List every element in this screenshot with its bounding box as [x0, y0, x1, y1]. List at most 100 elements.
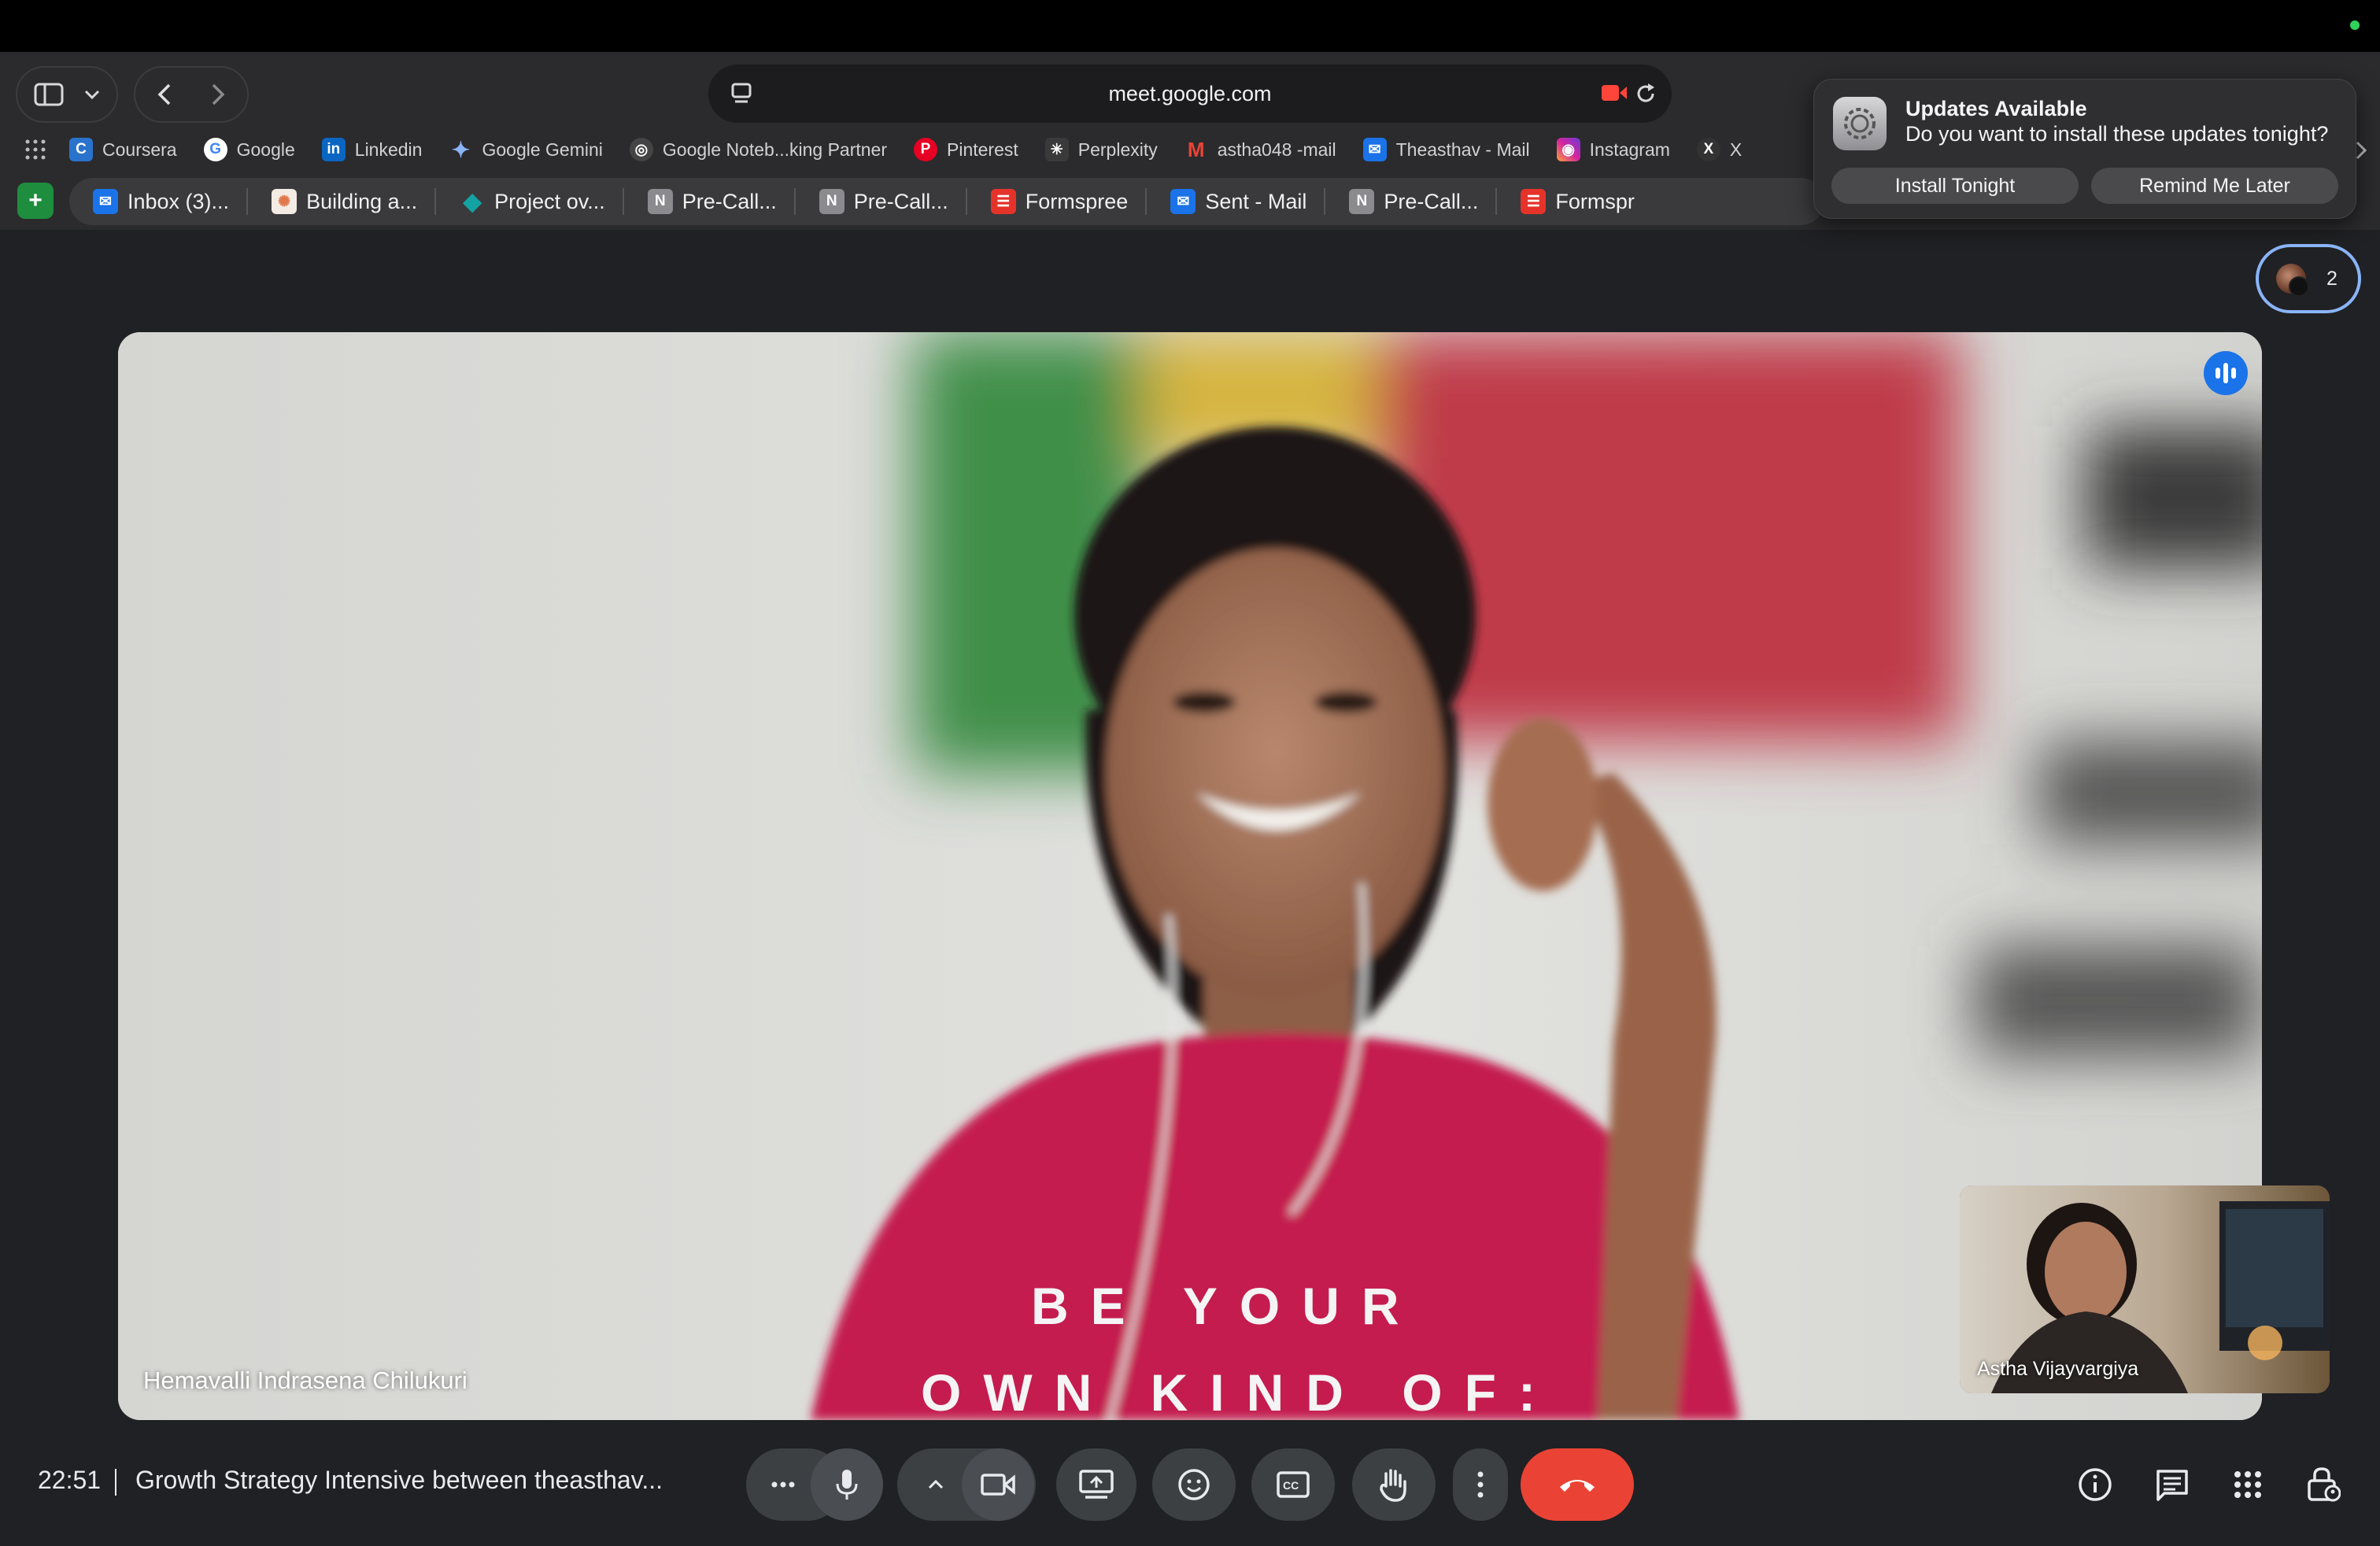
updates-notification[interactable]: Updates Available Do you want to install…	[1813, 79, 2356, 219]
tab-project-overview[interactable]: ◆ Project ov...	[436, 178, 623, 225]
svg-text:CC: CC	[1283, 1479, 1299, 1492]
sheets-icon: +	[28, 187, 42, 213]
bookmark-gemini[interactable]: ✦ Google Gemini	[449, 137, 603, 162]
divider	[115, 1469, 116, 1496]
reload-icon[interactable]	[1634, 82, 1658, 105]
bookmark-linkedin[interactable]: in Linkedin	[321, 138, 422, 161]
more-audio-options-icon[interactable]	[771, 1481, 795, 1488]
mail-icon: ✉	[1362, 138, 1387, 161]
bookmark-x[interactable]: XX	[1696, 138, 1742, 161]
present-screen-button[interactable]	[1056, 1448, 1136, 1521]
bookmark-coursera[interactable]: C Coursera	[69, 138, 177, 161]
more-options-button[interactable]	[1453, 1448, 1508, 1521]
speaker-video-frame: BE YOUR OWN KIND OF:	[118, 332, 2262, 1420]
bookmark-google[interactable]: G Google	[203, 138, 295, 161]
self-view-name: Astha Vijayvargiya	[1977, 1358, 2139, 1380]
end-call-icon	[1560, 1480, 1595, 1492]
back-icon[interactable]	[157, 83, 172, 106]
pinterest-icon: P	[914, 138, 937, 161]
history-nav-group	[134, 66, 249, 123]
microphone-button[interactable]	[811, 1448, 883, 1521]
tab-formspree-1[interactable]: ☰ Formspree	[967, 178, 1146, 225]
activities-button[interactable]	[2227, 1464, 2268, 1505]
leave-call-button[interactable]	[1521, 1448, 1634, 1521]
chevron-down-icon	[84, 90, 100, 100]
notification-message: Do you want to install these updates ton…	[1905, 122, 2329, 146]
forward-icon[interactable]	[211, 83, 225, 106]
tab-pre-call-1[interactable]: N Pre-Call...	[624, 178, 794, 225]
raise-hand-icon	[1380, 1469, 1406, 1502]
bookmark-notebooklm[interactable]: ◎ Google Noteb...king Partner	[629, 138, 887, 161]
self-view-video[interactable]: Astha Vijayvargiya	[1960, 1185, 2330, 1393]
emoji-icon	[1178, 1469, 1210, 1500]
chat-button[interactable]	[2152, 1464, 2193, 1505]
shirt-text-line1: BE YOUR	[1031, 1277, 1421, 1335]
host-controls-button[interactable]	[2303, 1464, 2344, 1505]
google-icon: G	[203, 138, 227, 161]
bookmarks-bar: C Coursera G Google in Linkedin ✦ Google Gem…	[0, 128, 1810, 172]
x-icon: X	[1696, 138, 1720, 161]
meeting-title: Growth Strategy Intensive between theast…	[135, 1466, 663, 1494]
info-icon	[2079, 1468, 2112, 1501]
mail-icon: ✉	[1170, 189, 1196, 214]
sidebar-toggle-button[interactable]	[16, 66, 118, 123]
sidebar-icon	[34, 83, 64, 106]
tab-sent-mail[interactable]: ✉ Sent - Mail	[1147, 178, 1324, 225]
tab-pre-call-2[interactable]: N Pre-Call...	[796, 178, 966, 225]
bookmark-pinterest[interactable]: P Pinterest	[914, 138, 1018, 161]
gemini-icon: ✦	[451, 137, 471, 162]
notebooklm-icon: ◎	[629, 138, 653, 161]
tab-strip: ✉ Inbox (3)... ✺ Building a... ◆ Project ov…	[69, 178, 1824, 225]
formspree-icon: ☰	[990, 189, 1016, 214]
participant-count: 2	[2326, 267, 2338, 290]
system-settings-gear-icon	[1833, 97, 1887, 150]
address-bar[interactable]: meet.google.com	[708, 65, 1672, 123]
claude-icon: ✺	[272, 189, 298, 214]
perplexity-icon: ✳	[1044, 138, 1069, 161]
bookmark-gmail[interactable]: Mastha048 -mail	[1184, 138, 1336, 161]
captions-button[interactable]: CC	[1251, 1448, 1335, 1521]
remind-me-later-button[interactable]: Remind Me Later	[2091, 168, 2338, 204]
site-info-icon[interactable]	[730, 82, 752, 105]
notion-icon: N	[1349, 189, 1375, 214]
notion-icon: N	[819, 189, 844, 214]
tab-inbox[interactable]: ✉ Inbox (3)...	[69, 178, 246, 225]
main-speaker-name: Hemavalli Indrasena Chilukuri	[143, 1367, 468, 1394]
meeting-details-button[interactable]	[2075, 1464, 2116, 1505]
recording-indicator-icon	[2350, 20, 2360, 30]
main-speaker-video: BE YOUR OWN KIND OF: Hemavalli Indrasena…	[118, 332, 2262, 1420]
lock-person-icon	[2308, 1467, 2341, 1502]
clock-time: 22:51	[38, 1466, 102, 1494]
tab-pre-call-3[interactable]: N Pre-Call...	[1325, 178, 1495, 225]
bookmark-perplexity[interactable]: ✳ Perplexity	[1044, 138, 1158, 161]
chevron-up-icon[interactable]	[927, 1479, 944, 1490]
apps-grid-icon[interactable]	[25, 139, 46, 160]
coursera-icon: C	[69, 138, 93, 161]
camera-in-use-icon[interactable]	[1601, 83, 1628, 102]
notion-icon: N	[647, 189, 673, 214]
participant-avatar	[2289, 276, 2309, 297]
install-tonight-button[interactable]: Install Tonight	[1831, 168, 2079, 204]
present-screen-icon	[1079, 1470, 1114, 1499]
tab-formspree-2[interactable]: ☰ Formspr	[1497, 178, 1652, 225]
captions-icon: CC	[1277, 1471, 1310, 1498]
gmail-icon: M	[1187, 137, 1205, 161]
apps-grid-icon	[2234, 1471, 2261, 1498]
bookmark-theasthav-mail[interactable]: ✉ Theasthav - Mail	[1362, 138, 1530, 161]
camera-button[interactable]	[962, 1448, 1034, 1521]
pinned-tab-sheets[interactable]: +	[17, 183, 54, 219]
raise-hand-button[interactable]	[1352, 1448, 1436, 1521]
notification-title: Updates Available	[1905, 97, 2087, 120]
bookmark-instagram[interactable]: ◉ Instagram	[1556, 138, 1670, 161]
tab-building[interactable]: ✺ Building a...	[248, 178, 434, 225]
macos-menu-bar	[0, 0, 2380, 52]
formspree-icon: ☰	[1521, 189, 1547, 214]
camera-icon	[981, 1474, 1015, 1496]
participants-button[interactable]: 2	[2256, 244, 2361, 313]
bookmarks-overflow-icon[interactable]	[2355, 140, 2367, 161]
chat-icon	[2156, 1470, 2188, 1501]
url-text: meet.google.com	[1108, 81, 1272, 105]
reactions-button[interactable]	[1152, 1448, 1236, 1521]
shirt-text-line2: OWN KIND OF:	[921, 1363, 1558, 1420]
participant-avatar	[2276, 264, 2309, 297]
